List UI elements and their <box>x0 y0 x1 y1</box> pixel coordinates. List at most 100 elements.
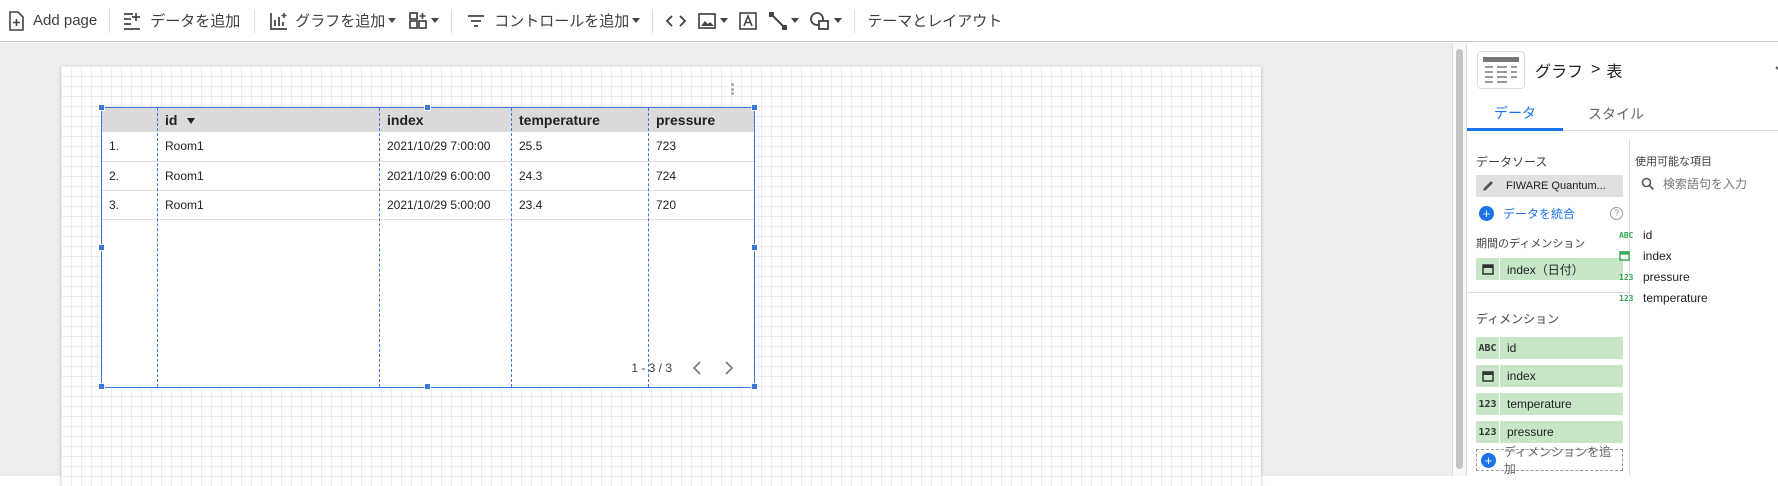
column-resize-guide[interactable] <box>157 108 158 387</box>
data-source-chip[interactable]: FIWARE Quantum... <box>1476 175 1623 197</box>
date-dimension-label: index（日付） <box>1507 262 1584 277</box>
chart-menu-icon[interactable] <box>728 82 736 98</box>
add-data-icon <box>124 12 141 30</box>
breadcrumb-current: 表 <box>1606 64 1623 81</box>
add-data-button[interactable]: データを追加 <box>122 0 240 42</box>
add-text-button[interactable] <box>738 0 758 42</box>
calendar-icon <box>1476 365 1500 387</box>
tab-style-label: スタイル <box>1588 106 1644 122</box>
available-field-pressure[interactable]: 123 pressure <box>1619 267 1690 287</box>
tab-style[interactable]: スタイル <box>1563 97 1669 131</box>
panel-tabs: データ スタイル <box>1467 97 1778 131</box>
add-circle-icon: + <box>1479 205 1494 221</box>
cell-id: Room1 <box>158 161 380 191</box>
add-line-button[interactable] <box>768 0 800 42</box>
cell-pressure: 720 <box>649 190 754 220</box>
resize-handle[interactable] <box>751 104 758 111</box>
toolbar-divider <box>254 8 256 33</box>
dimension-chip-pressure[interactable]: 123 pressure <box>1476 421 1623 443</box>
add-image-button[interactable] <box>697 0 729 42</box>
embed-code-button[interactable] <box>665 0 687 42</box>
theme-layout-button[interactable]: テーマとレイアウト <box>867 0 1002 42</box>
resize-handle[interactable] <box>424 104 431 111</box>
add-page-label: Add page <box>33 12 98 29</box>
add-data-label: データを追加 <box>150 13 241 30</box>
tab-data[interactable]: データ <box>1467 97 1563 131</box>
image-icon <box>698 12 717 29</box>
dimension-chip-id[interactable]: ABC id <box>1476 337 1623 359</box>
row-number: 3. <box>102 190 158 220</box>
resize-handle[interactable] <box>424 383 431 390</box>
cell-pressure: 723 <box>649 132 754 162</box>
help-icon[interactable]: ? <box>1610 206 1623 220</box>
resize-handle[interactable] <box>98 383 105 390</box>
blend-data-label: データを統合 <box>1503 206 1576 221</box>
cell-id: Room1 <box>158 132 380 162</box>
field-label: temperature <box>1643 291 1708 305</box>
add-component-button[interactable] <box>408 0 440 42</box>
add-shape-button[interactable] <box>809 0 843 42</box>
column-header-pressure[interactable]: pressure <box>649 108 754 132</box>
dimension-label: pressure <box>1507 425 1554 439</box>
column-header-index[interactable]: index <box>380 108 512 132</box>
chevron-down-icon <box>632 18 641 23</box>
available-field-id[interactable]: ABC id <box>1619 225 1652 245</box>
field-search[interactable] <box>1635 173 1778 195</box>
dimension-chip-temperature[interactable]: 123 temperature <box>1476 393 1623 415</box>
data-source-name: FIWARE Quantum... <box>1506 180 1606 192</box>
row-number: 1. <box>102 132 158 162</box>
column-header-temperature[interactable]: temperature <box>512 108 649 132</box>
chevron-down-icon <box>791 18 800 23</box>
dimension-label: index <box>1507 369 1536 383</box>
add-chart-button[interactable]: グラフを追加 <box>269 0 397 42</box>
column-resize-guide[interactable] <box>511 108 512 387</box>
resize-handle[interactable] <box>98 104 105 111</box>
add-control-button[interactable]: コントロールを追加 <box>466 0 641 42</box>
column-header-rownum <box>102 108 158 132</box>
edit-icon[interactable] <box>1476 175 1500 197</box>
column-resize-guide[interactable] <box>379 108 380 387</box>
table-row: 2. Room1 2021/10/29 6:00:00 24.3 724 <box>102 161 754 191</box>
table-header-row: id index temperature pressure <box>102 108 754 132</box>
text-type-icon: ABC <box>1619 230 1634 240</box>
next-page-button[interactable] <box>716 355 742 381</box>
add-control-label: コントロールを追加 <box>494 13 630 30</box>
available-field-temperature[interactable]: 123 temperature <box>1619 288 1708 308</box>
add-dimension-button[interactable]: + ディメンションを追加 <box>1476 445 1623 476</box>
add-page-button[interactable]: Add page <box>7 0 97 42</box>
resize-handle[interactable] <box>751 383 758 390</box>
scrollbar-thumb[interactable] <box>1456 49 1463 469</box>
chevron-down-icon <box>834 18 843 23</box>
tab-data-label: データ <box>1494 104 1536 121</box>
column-header-label: id <box>165 112 178 128</box>
components-icon <box>409 11 428 29</box>
table-chart[interactable]: id index temperature pressure 1. Room1 2… <box>98 104 758 390</box>
toolbar-divider <box>652 8 654 33</box>
column-header-id[interactable]: id <box>158 108 380 132</box>
dimension-title: ディメンション <box>1476 312 1560 326</box>
chart-type-selector[interactable]: グラフ > 表 <box>1477 51 1778 89</box>
resize-handle[interactable] <box>98 244 105 251</box>
column-resize-guide[interactable] <box>648 108 649 387</box>
chevron-left-icon <box>692 361 701 375</box>
prev-page-button[interactable] <box>684 355 710 381</box>
cell-id: Room1 <box>158 190 380 220</box>
toolbar-divider <box>854 8 856 33</box>
dimension-chip-index[interactable]: index <box>1476 365 1623 387</box>
date-dimension-chip[interactable]: index（日付） <box>1476 258 1623 280</box>
canvas-scrollbar[interactable] <box>1452 43 1466 476</box>
breadcrumb-parent: グラフ <box>1535 64 1584 81</box>
field-search-input[interactable] <box>1663 177 1775 191</box>
available-field-index[interactable]: index <box>1619 246 1672 266</box>
resize-handle[interactable] <box>751 244 758 251</box>
number-type-icon: 123 <box>1476 393 1500 415</box>
pagination: 1 - 3 / 3 <box>631 355 742 381</box>
cell-pressure: 724 <box>649 161 754 191</box>
text-type-icon: ABC <box>1476 337 1500 359</box>
blend-data-button[interactable]: + データを統合 ? <box>1476 203 1623 223</box>
shape-icon <box>810 11 830 30</box>
theme-layout-label: テーマとレイアウト <box>867 13 1003 30</box>
table-chart-icon <box>1477 51 1525 89</box>
search-icon <box>1641 177 1655 191</box>
toolbar: Add page データを追加 グラフを追加 コントロールを追加 テーマとレイア… <box>0 0 1778 42</box>
